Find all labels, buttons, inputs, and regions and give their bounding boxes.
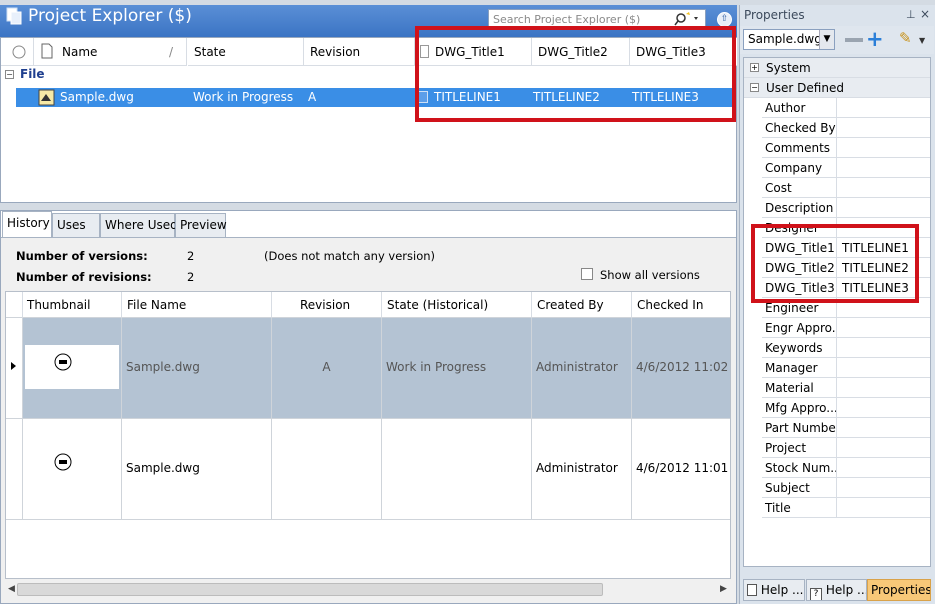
column-header-state[interactable]: State	[188, 38, 304, 66]
pin-icon[interactable]: ⊥	[906, 8, 916, 21]
property-row[interactable]: Material	[762, 378, 930, 398]
status-column-header[interactable]	[1, 38, 34, 66]
revisions-value: 2	[187, 270, 195, 284]
current-row-arrow-icon	[6, 318, 23, 419]
remove-property-icon[interactable]	[845, 38, 863, 42]
column-header-revision[interactable]: Revision	[304, 38, 415, 66]
help-question-icon: ?	[810, 588, 822, 600]
property-row[interactable]: Part Number	[762, 418, 930, 438]
close-icon[interactable]: ×	[920, 7, 930, 21]
revisions-label: Number of revisions:	[16, 270, 152, 284]
bottom-tab-help-1[interactable]: Help ...	[743, 579, 805, 601]
highlight-box-columns	[415, 26, 736, 122]
edit-pencil-icon[interactable]: ✎	[899, 29, 912, 47]
history-row[interactable]: Sample.dwg A Work in Progress Administra…	[6, 318, 730, 419]
tab-preview[interactable]: Preview	[175, 213, 227, 237]
hist-col-thumbnail[interactable]: Thumbnail	[23, 292, 122, 318]
scroll-right-icon[interactable]: ▶	[720, 584, 727, 594]
property-row[interactable]: Subject	[762, 478, 930, 498]
hist-col-checked-in[interactable]: Checked In	[632, 292, 730, 318]
tab-history[interactable]: History	[2, 211, 52, 238]
column-header-name[interactable]: Name /	[34, 38, 187, 66]
property-row[interactable]: Keywords	[762, 338, 930, 358]
bottom-tab-help-2[interactable]: ? Help ...	[806, 579, 867, 601]
hist-col-revision[interactable]: Revision	[272, 292, 382, 318]
hist-created-by: Administrator	[532, 419, 632, 520]
hist-col-state[interactable]: State (Historical)	[382, 292, 532, 318]
group-user-defined[interactable]: − User Defined	[744, 78, 930, 98]
project-explorer-title: Project Explorer ($)	[28, 6, 192, 26]
show-all-versions-checkbox[interactable]	[581, 268, 593, 280]
chevron-down-icon[interactable]: ▼	[819, 30, 834, 49]
property-row[interactable]: Manager	[762, 358, 930, 378]
hist-filename: Sample.dwg	[122, 318, 272, 419]
property-row[interactable]: Project	[762, 438, 930, 458]
property-row[interactable]: Comments	[762, 138, 930, 158]
tab-where-used[interactable]: Where Used	[100, 213, 178, 237]
show-all-versions-label: Show all versions	[600, 268, 700, 282]
row-name: Sample.dwg	[60, 90, 134, 104]
properties-grid: + System − User Defined Author Checked B…	[743, 57, 931, 567]
hist-checked-in: 4/6/2012 11:01 ...	[632, 419, 730, 520]
properties-title: Properties	[744, 8, 805, 22]
property-row[interactable]: Description	[762, 198, 930, 218]
file-icon	[41, 43, 53, 59]
file-select[interactable]: Sample.dwg ▼	[743, 29, 835, 50]
scroll-left-icon[interactable]: ◀	[8, 584, 15, 594]
property-row[interactable]: Engr Appro...	[762, 318, 930, 338]
history-row[interactable]: Sample.dwg Administrator 4/6/2012 11:01 …	[6, 419, 730, 520]
collapse-icon[interactable]: −	[750, 83, 759, 92]
hist-revision	[272, 419, 382, 520]
project-explorer-icon	[6, 7, 22, 25]
hist-col-filename[interactable]: File Name	[122, 292, 272, 318]
expand-icon[interactable]: +	[750, 63, 759, 72]
match-note: (Does not match any version)	[264, 249, 436, 263]
thumbnail-image	[54, 453, 72, 471]
property-row[interactable]: Title	[762, 498, 930, 518]
property-row[interactable]: Stock Num...	[762, 458, 930, 478]
versions-label: Number of versions:	[16, 249, 148, 263]
highlight-box-properties	[751, 224, 919, 303]
group-system[interactable]: + System	[744, 58, 930, 78]
sort-icon: /	[169, 45, 174, 59]
thumbnail-cell	[23, 419, 122, 520]
thumbnail-image	[25, 345, 119, 389]
edit-dropdown-icon[interactable]: ▼	[919, 36, 925, 45]
hist-filename: Sample.dwg	[122, 419, 272, 520]
add-property-icon[interactable]: +	[866, 29, 884, 50]
scrollbar-thumb[interactable]	[17, 583, 603, 596]
row-revision: A	[308, 90, 317, 104]
group-header-file[interactable]: File	[20, 67, 45, 81]
hist-revision: A	[272, 318, 382, 419]
hist-state	[382, 419, 532, 520]
history-grid: Thumbnail File Name Revision State (Hist…	[5, 291, 731, 579]
property-row[interactable]: Cost	[762, 178, 930, 198]
property-row[interactable]: Mfg Appro...	[762, 398, 930, 418]
dwg-file-icon	[38, 89, 55, 106]
row-indicator	[6, 419, 23, 520]
hist-created-by: Administrator	[532, 318, 632, 419]
collapse-pane-icon[interactable]: ⇧	[717, 12, 732, 27]
tab-uses[interactable]: Uses	[52, 213, 100, 237]
versions-value: 2	[187, 249, 195, 263]
row-indicator-header	[6, 292, 23, 318]
search-options-icon[interactable]	[672, 11, 704, 27]
property-row[interactable]: Company	[762, 158, 930, 178]
help-page-icon	[747, 584, 757, 596]
property-row[interactable]: Author	[762, 98, 930, 118]
row-state: Work in Progress	[193, 90, 294, 104]
group-collapse-icon[interactable]: −	[5, 70, 14, 79]
hist-checked-in: 4/6/2012 11:02 ...	[632, 318, 730, 419]
hist-state: Work in Progress	[382, 318, 532, 419]
property-row[interactable]: Checked By	[762, 118, 930, 138]
bottom-tab-properties[interactable]: Properties	[867, 579, 931, 601]
thumbnail-cell	[23, 318, 122, 419]
hist-col-created-by[interactable]: Created By	[532, 292, 632, 318]
